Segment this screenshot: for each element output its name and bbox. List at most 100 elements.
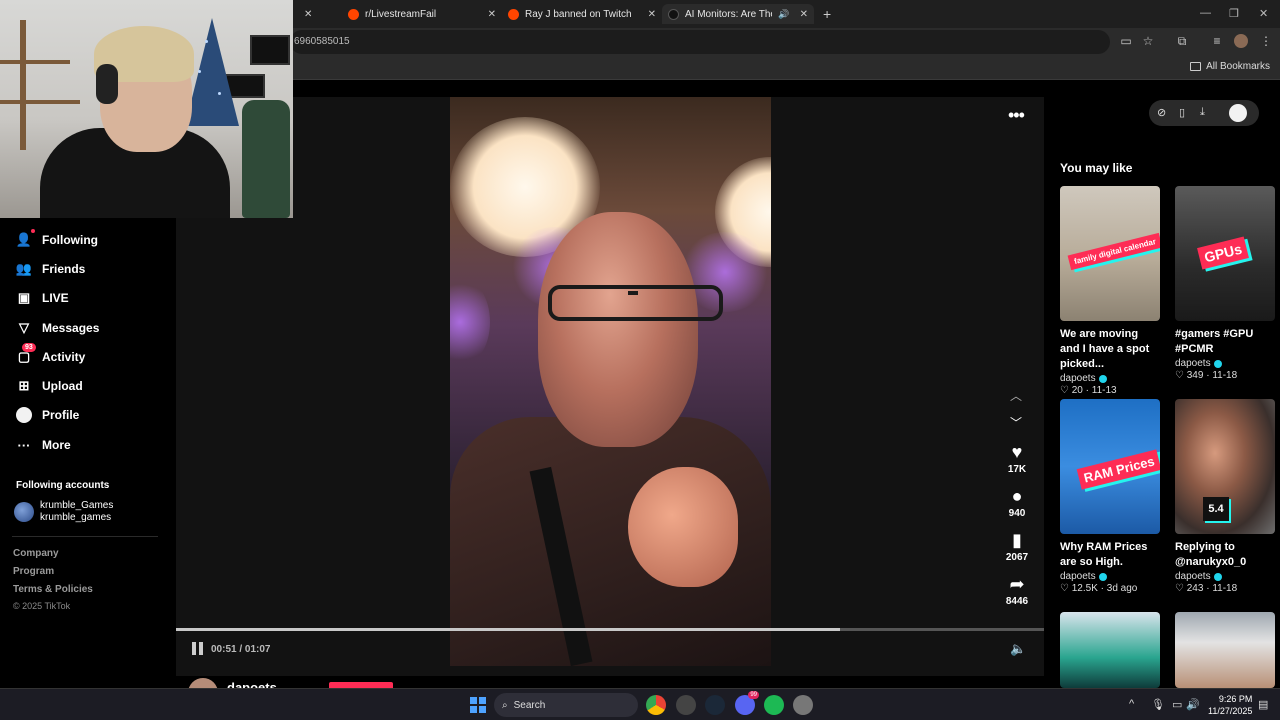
spotify-icon[interactable] <box>764 695 784 715</box>
toggle-switch[interactable] <box>1229 104 1247 122</box>
extensions-icon[interactable]: ⧉ <box>1175 34 1189 48</box>
taskbar-clock[interactable]: 9:26 PM 11/27/2025 <box>1208 693 1252 717</box>
card-author: dapoets <box>1175 358 1275 369</box>
like-button[interactable]: ♥ 17K <box>996 442 1038 475</box>
recommended-card[interactable] <box>1060 612 1160 688</box>
video-player[interactable]: ••• ︿ ﹀ ♥ 17K ● 940 ▮ 2067 ➦ 8446 00:51 … <box>176 97 1044 688</box>
pause-button[interactable] <box>192 642 204 655</box>
comment-button[interactable]: ● 940 <box>996 486 1038 519</box>
bookmark-star-icon[interactable]: ☆ <box>1141 34 1155 48</box>
close-icon[interactable]: ✕ <box>304 9 312 20</box>
close-icon[interactable]: ✕ <box>800 9 808 20</box>
card-author-name: dapoets <box>1060 571 1096 582</box>
mobile-icon[interactable]: ▯ <box>1179 106 1185 119</box>
profile-avatar-icon[interactable] <box>1234 34 1248 48</box>
download-icon[interactable]: ⤓ <box>1200 106 1205 119</box>
card-likes: 20 <box>1071 385 1083 396</box>
close-icon[interactable]: ✕ <box>488 9 496 20</box>
upload-icon: ⊞ <box>18 378 30 393</box>
recommended-card[interactable] <box>1175 612 1275 688</box>
app-icon[interactable] <box>676 695 696 715</box>
share-button[interactable]: ➦ 8446 <box>996 574 1038 607</box>
following-account-item[interactable]: krumble_Games krumble_games <box>14 500 113 524</box>
heart-outline-icon: ♡ <box>1060 583 1069 594</box>
sidebar-item-profile[interactable]: Profile <box>16 407 79 423</box>
video-frame[interactable] <box>450 97 771 666</box>
thumbnail-caption: family digital calendar <box>1067 232 1160 271</box>
progress-bar[interactable] <box>176 628 1044 631</box>
more-icon: ··· <box>17 437 31 453</box>
all-bookmarks-button[interactable]: All Bookmarks <box>1190 61 1270 72</box>
all-bookmarks-label: All Bookmarks <box>1206 61 1270 72</box>
sidebar-item-more[interactable]: ··· More <box>16 437 71 453</box>
window-close-icon[interactable]: ✕ <box>1259 7 1268 20</box>
footer-link-company[interactable]: Company <box>13 548 59 559</box>
sidebar-item-following[interactable]: 👤 Following <box>16 229 98 248</box>
recommended-card[interactable]: RAM Prices Why RAM Prices are so High. d… <box>1060 399 1160 594</box>
reading-list-icon[interactable]: ≡ <box>1210 34 1224 48</box>
cast-icon[interactable]: ▭ <box>1119 34 1133 48</box>
heart-outline-icon: ♡ <box>1175 583 1184 594</box>
card-date: 11-18 <box>1212 583 1238 594</box>
card-thumbnail[interactable]: GPUs <box>1175 186 1275 321</box>
discord-badge: 99 <box>748 691 759 699</box>
steam-icon[interactable] <box>705 695 725 715</box>
card-thumbnail[interactable]: RAM Prices <box>1060 399 1160 534</box>
card-thumbnail[interactable] <box>1175 612 1275 688</box>
more-options-icon[interactable]: ••• <box>1008 105 1025 126</box>
footer-link-terms[interactable]: Terms & Policies <box>13 584 93 595</box>
chevron-down-icon[interactable]: ﹀ <box>1010 414 1022 431</box>
chevron-up-icon[interactable]: ^ <box>1129 698 1134 710</box>
sidebar-item-live[interactable]: ▣ LIVE <box>16 290 69 306</box>
card-meta: ♡ 243 · 11-18 <box>1175 583 1238 594</box>
verified-icon <box>1213 572 1222 581</box>
friends-icon: 👥 <box>15 261 33 276</box>
url-field[interactable]: 6960585015 <box>290 30 1110 54</box>
speaker-icon[interactable]: 🔊 <box>778 9 789 20</box>
card-thumbnail[interactable]: 5.4 <box>1175 399 1275 534</box>
close-icon[interactable]: ✕ <box>648 9 656 20</box>
following-accounts-title: Following accounts <box>16 480 110 491</box>
footer-link-program[interactable]: Program <box>13 566 54 577</box>
sidebar-item-messages[interactable]: ▽ Messages <box>16 320 99 336</box>
tab-rayj[interactable]: Ray J banned on Twitch after us ✕ <box>508 4 656 24</box>
restore-icon[interactable]: ❐ <box>1229 7 1239 20</box>
taskbar-search[interactable]: ⌕ Search <box>494 693 638 717</box>
search-icon: ⌕ <box>502 699 508 711</box>
avatar <box>14 502 34 522</box>
discord-icon[interactable]: 99 <box>735 691 759 715</box>
comment-count: 940 <box>1008 508 1026 519</box>
share-icon: ➦ <box>1009 574 1025 594</box>
account-names: krumble_Games krumble_games <box>40 500 113 524</box>
tab-unknown[interactable]: ✕ <box>296 4 312 24</box>
recommended-card[interactable]: 5.4 Replying to @narukyx0_0 dapoets ♡ 24… <box>1175 399 1275 594</box>
tab-ai-monitors[interactable]: AI Monitors: Are They a Con 🔊 ✕ <box>662 4 814 24</box>
card-thumbnail[interactable]: family digital calendar <box>1060 186 1160 321</box>
minimize-icon[interactable]: — <box>1200 7 1211 19</box>
windows-start-icon[interactable] <box>470 697 486 713</box>
chrome-icon[interactable] <box>646 695 666 715</box>
sidebar-item-label: Upload <box>42 379 83 393</box>
sidebar-item-friends[interactable]: 👥 Friends <box>16 261 85 277</box>
chevron-up-icon[interactable]: ︿ <box>1010 387 1022 404</box>
menu-kebab-icon[interactable]: ⋮ <box>1259 34 1273 48</box>
microphone-icon[interactable]: 🎙 <box>1151 698 1165 711</box>
card-thumbnail[interactable] <box>1060 612 1160 688</box>
autoscroll-icon[interactable]: ⊘ <box>1157 106 1166 119</box>
sidebar-item-upload[interactable]: ⊞ Upload <box>16 378 83 394</box>
sidebar-item-label: More <box>42 438 71 452</box>
volume-icon[interactable]: 🔈 <box>1010 641 1026 657</box>
new-tab-button[interactable]: + <box>823 6 831 22</box>
save-button[interactable]: ▮ 2067 <box>996 530 1038 563</box>
profile-icon <box>16 407 32 423</box>
speaker-icon[interactable]: 🔊 <box>1186 698 1200 711</box>
notification-icon[interactable]: ▤ <box>1258 698 1268 711</box>
recommended-card[interactable]: GPUs #gamers #GPU #PCMR dapoets ♡ 349 · … <box>1175 186 1275 381</box>
tab-livestreamfail[interactable]: r/LivestreamFail ✕ <box>348 4 496 24</box>
sidebar-item-activity[interactable]: ▢ 93 Activity <box>16 343 85 365</box>
thumbnail-caption: RAM Prices <box>1076 449 1160 490</box>
sidebar-item-label: Messages <box>42 321 100 335</box>
network-icon[interactable]: ▭ <box>1172 698 1182 711</box>
settings-icon[interactable] <box>793 695 813 715</box>
recommended-card[interactable]: family digital calendar We are moving an… <box>1060 186 1160 396</box>
